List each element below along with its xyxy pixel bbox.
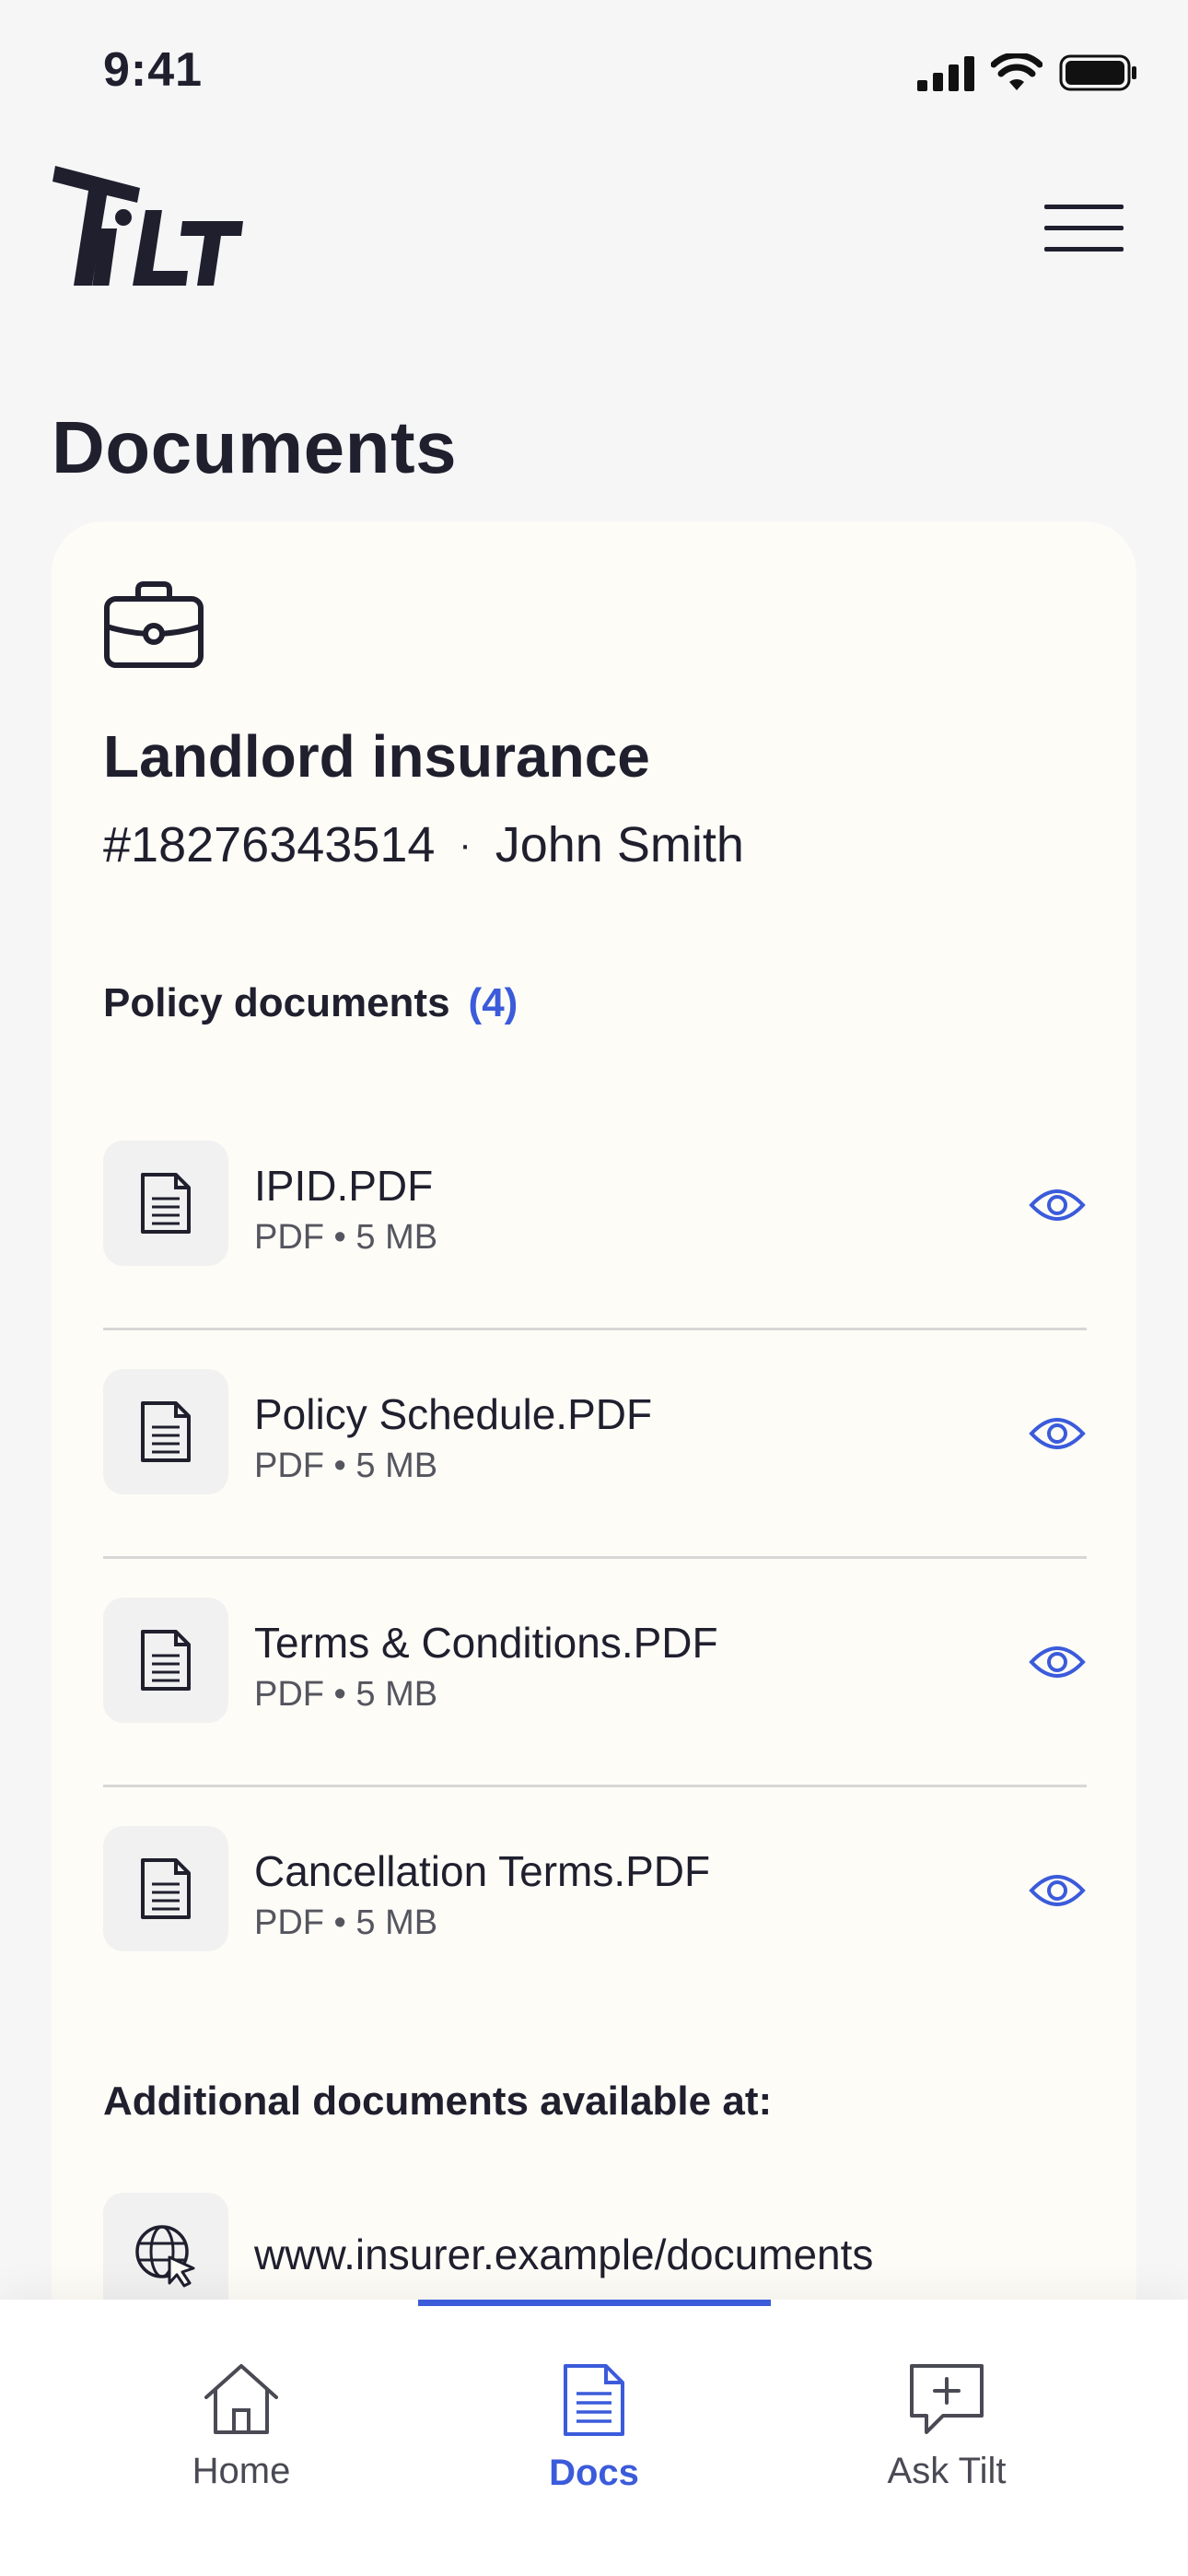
chat-plus-icon <box>910 2364 984 2434</box>
document-icon <box>141 1858 191 1919</box>
document-info: PDF • 5 MB <box>254 1903 438 1942</box>
tab-docs-label: Docs <box>549 2453 639 2493</box>
documents-url: www.insurer.example/documents <box>254 2231 874 2278</box>
active-tab-indicator <box>418 2300 771 2306</box>
policy-documents-count: (4) <box>468 980 518 1025</box>
document-icon <box>564 2364 624 2436</box>
document-icon <box>141 1630 191 1691</box>
tab-ask-tilt-label: Ask Tilt <box>887 2451 1007 2491</box>
document-icon <box>141 1173 191 1234</box>
tilt-logo[interactable] <box>50 157 243 295</box>
hamburger-menu-icon <box>1044 205 1124 252</box>
status-icons <box>917 53 1138 92</box>
cellular-signal-icon <box>917 56 974 91</box>
document-thumbnail <box>103 1598 228 1723</box>
document-row[interactable]: IPID.PDF PDF • 5 MB <box>103 1102 1087 1330</box>
home-icon <box>204 2364 278 2434</box>
tab-docs[interactable]: Docs <box>474 2362 714 2528</box>
document-name: Cancellation Terms.PDF <box>254 1847 711 1895</box>
document-name: Terms & Conditions.PDF <box>254 1619 718 1667</box>
briefcase-icon <box>104 581 204 668</box>
bottom-tab-bar: Home Docs Ask Tilt <box>0 2300 1188 2576</box>
page-title: Documents <box>52 406 458 488</box>
policy-documents-list: IPID.PDF PDF • 5 MB Policy Schedule.PDF … <box>103 1102 1087 2016</box>
policy-title: Landlord insurance <box>103 723 650 790</box>
document-name: IPID.PDF <box>254 1162 434 1210</box>
policy-documents-label: Policy documents <box>103 980 450 1025</box>
document-row[interactable]: Cancellation Terms.PDF PDF • 5 MB <box>103 1787 1087 2016</box>
document-row[interactable]: Policy Schedule.PDF PDF • 5 MB <box>103 1330 1087 1559</box>
documents-screen: 9:41 Documents Landlord insurance #18276… <box>0 0 1188 2576</box>
document-row[interactable]: Terms & Conditions.PDF PDF • 5 MB <box>103 1559 1087 1787</box>
document-info: PDF • 5 MB <box>254 1218 438 1257</box>
globe-cursor-icon <box>135 2225 195 2288</box>
document-name: Policy Schedule.PDF <box>254 1390 653 1438</box>
wifi-icon <box>991 53 1042 90</box>
document-icon <box>141 1401 191 1462</box>
tab-ask-tilt[interactable]: Ask Tilt <box>827 2362 1066 2528</box>
policy-card: Landlord insurance #18276343514 · John S… <box>52 521 1136 2576</box>
eye-icon[interactable] <box>1028 1865 1087 1916</box>
policy-meta: #18276343514 · John Smith <box>103 816 744 873</box>
menu-button[interactable] <box>1041 197 1129 258</box>
policy-holder: John Smith <box>495 817 744 872</box>
document-thumbnail <box>103 1141 228 1266</box>
policy-number: #18276343514 <box>103 817 436 872</box>
eye-icon[interactable] <box>1028 1179 1087 1231</box>
eye-icon[interactable] <box>1028 1636 1087 1688</box>
additional-documents-heading: Additional documents available at: <box>103 2078 773 2124</box>
battery-icon <box>1059 54 1136 91</box>
document-thumbnail <box>103 1826 228 1951</box>
policy-documents-heading: Policy documents (4) <box>103 980 518 1026</box>
tab-home[interactable]: Home <box>122 2362 361 2528</box>
status-time: 9:41 <box>103 43 204 97</box>
document-info: PDF • 5 MB <box>254 1446 438 1485</box>
tab-home-label: Home <box>192 2451 291 2491</box>
status-bar: 9:41 <box>0 0 1188 147</box>
eye-icon[interactable] <box>1028 1408 1087 1459</box>
document-info: PDF • 5 MB <box>254 1675 438 1714</box>
meta-separator: · <box>459 824 472 865</box>
document-thumbnail <box>103 1369 228 1494</box>
